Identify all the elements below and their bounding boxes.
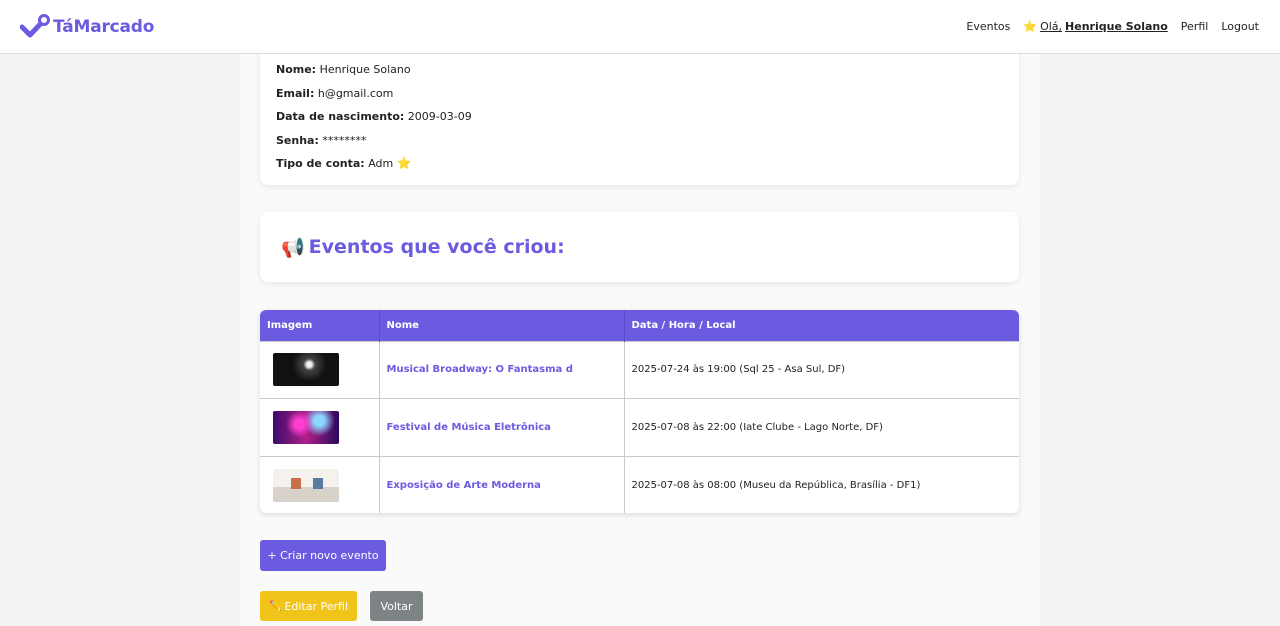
event-name-cell: Exposição de Arte Moderna <box>379 455 625 513</box>
pencil-icon: ✏️ <box>268 600 282 612</box>
nav-link-events[interactable]: Eventos <box>966 20 1010 33</box>
event-datetime: 2025-07-08 às 22:00 (Iate Clube - Lago N… <box>631 421 883 433</box>
star-icon: ⭐ <box>396 156 412 171</box>
brand-logo-icon <box>20 13 50 37</box>
event-name-cell: Festival de Música Eletrônica <box>379 398 625 456</box>
nav-links: Eventos ⭐ Olá, Henrique Solano Perfil Lo… <box>966 20 1259 33</box>
nav-greeting[interactable]: ⭐ Olá, Henrique Solano <box>1023 20 1167 33</box>
nav-link-profile[interactable]: Perfil <box>1181 20 1209 33</box>
top-navbar: TáMarcado Eventos ⭐ Olá, Henrique Solano… <box>0 0 1280 54</box>
profile-field-name: Nome: Henrique Solano <box>276 58 1003 82</box>
events-section-title-text: Eventos que você criou: <box>308 236 565 258</box>
field-label: Nome: <box>276 63 317 76</box>
event-image-cell <box>260 340 380 399</box>
brand-name: TáMarcado <box>53 16 155 37</box>
field-label: Senha: <box>276 133 319 147</box>
event-datetime-cell: 2025-07-08 às 08:00 (Museu da República,… <box>624 455 1019 513</box>
content-column: Nome: Henrique Solano Email: h@gmail.com… <box>240 44 1040 626</box>
event-thumbnail[interactable] <box>273 468 339 502</box>
profile-field-email: Email: h@gmail.com <box>276 82 1003 106</box>
event-name-link[interactable]: Exposição de Arte Moderna <box>387 480 541 491</box>
table-row: Musical Broadway: O Fantasma d 2025-07-2… <box>260 340 1019 399</box>
event-image-cell <box>260 398 380 456</box>
field-label: Email: <box>276 86 315 100</box>
field-value: Henrique Solano <box>319 63 411 76</box>
nav-link-logout[interactable]: Logout <box>1221 20 1259 33</box>
column-header-image: Imagem <box>260 310 380 341</box>
event-datetime: 2025-07-08 às 08:00 (Museu da República,… <box>631 479 921 491</box>
greeting-user-name: Henrique Solano <box>1065 20 1168 33</box>
event-thumbnail[interactable] <box>273 410 339 444</box>
back-button[interactable]: Voltar <box>370 591 423 621</box>
event-name-cell: Musical Broadway: O Fantasma d <box>379 340 625 399</box>
events-table: Imagem Nome Data / Hora / Local Musical … <box>260 310 1019 513</box>
event-name-link[interactable]: Musical Broadway: O Fantasma d <box>387 364 573 375</box>
column-header-name: Nome <box>379 310 625 341</box>
event-image-cell <box>260 455 380 513</box>
greeting-prefix: Olá, <box>1040 20 1063 33</box>
table-row: Festival de Música Eletrônica 2025-07-08… <box>260 398 1019 456</box>
field-label: Data de nascimento: <box>276 110 405 124</box>
edit-profile-button[interactable]: ✏️ Editar Perfil <box>260 591 357 621</box>
field-value: 2009-03-09 <box>407 110 472 124</box>
star-icon: ⭐ <box>1023 20 1038 33</box>
events-section-title: 📢 Eventos que você criou: <box>281 236 565 259</box>
event-datetime: 2025-07-24 às 19:00 (Sql 25 - Asa Sul, D… <box>631 364 846 376</box>
table-header-row: Imagem Nome Data / Hora / Local <box>260 310 1019 341</box>
megaphone-icon: 📢 <box>281 236 305 259</box>
profile-field-password: Senha: ******** <box>276 129 1003 153</box>
event-name-link[interactable]: Festival de Música Eletrônica <box>387 422 551 433</box>
column-header-datetime: Data / Hora / Local <box>624 310 1019 341</box>
field-value: ******** <box>322 133 367 147</box>
table-row: Exposição de Arte Moderna 2025-07-08 às … <box>260 455 1019 513</box>
edit-profile-label: Editar Perfil <box>284 599 349 613</box>
profile-info-card: Nome: Henrique Solano Email: h@gmail.com… <box>260 44 1019 185</box>
field-value: h@gmail.com <box>317 86 394 100</box>
profile-field-account-type: Tipo de conta: Adm ⭐ <box>276 152 1003 176</box>
create-event-button[interactable]: + Criar novo evento <box>260 540 386 571</box>
field-label: Tipo de conta: <box>276 157 365 171</box>
event-datetime-cell: 2025-07-08 às 22:00 (Iate Clube - Lago N… <box>624 398 1019 456</box>
profile-field-birthdate: Data de nascimento: 2009-03-09 <box>276 105 1003 129</box>
event-datetime-cell: 2025-07-24 às 19:00 (Sql 25 - Asa Sul, D… <box>624 340 1019 399</box>
events-heading-card: 📢 Eventos que você criou: <box>260 212 1019 282</box>
field-value: Adm <box>368 157 394 171</box>
event-thumbnail[interactable] <box>273 353 339 387</box>
brand[interactable]: TáMarcado <box>20 13 155 40</box>
